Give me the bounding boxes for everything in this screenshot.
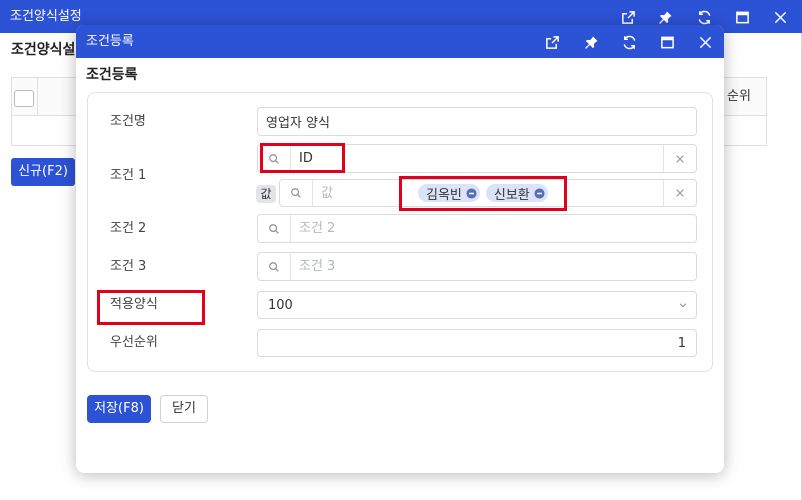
value-tag-label: 김옥빈	[426, 187, 462, 203]
new-button[interactable]: 신규(F2)	[11, 158, 75, 186]
condition-1-value-input[interactable]	[313, 180, 413, 206]
dialog-title-bar: 조건등록	[76, 25, 724, 58]
condition-3-field[interactable]	[257, 252, 697, 281]
pin-icon[interactable]	[583, 34, 599, 50]
value-tag: 김옥빈	[418, 184, 480, 203]
close-icon[interactable]	[663, 180, 696, 206]
external-link-icon[interactable]	[544, 34, 560, 50]
field-spacer	[548, 180, 663, 206]
condition-2-input[interactable]	[291, 215, 696, 242]
selected-value-tags: 김옥빈 신보환	[418, 180, 548, 206]
window-title: 조건양식설정	[10, 9, 82, 24]
condition-2-label: 조건 2	[110, 221, 147, 236]
close-icon[interactable]	[697, 34, 713, 50]
chevron-down-icon[interactable]	[678, 300, 688, 310]
select-all-checkbox[interactable]	[14, 90, 34, 107]
condition-3-input[interactable]	[291, 253, 696, 280]
value-tag: 신보환	[485, 184, 548, 203]
value-badge: 값	[256, 185, 276, 203]
close-icon[interactable]	[663, 145, 696, 172]
condition-1-key-field[interactable]	[257, 144, 697, 173]
search-icon[interactable]	[258, 253, 291, 280]
save-button[interactable]: 저장(F8)	[87, 395, 151, 423]
maximize-icon[interactable]	[734, 9, 750, 25]
condition-name-field[interactable]	[257, 107, 697, 136]
refresh-icon[interactable]	[621, 34, 637, 50]
maximize-icon[interactable]	[659, 34, 675, 50]
search-icon[interactable]	[258, 215, 291, 242]
apply-format-selected-value[interactable]: 100	[268, 298, 293, 313]
apply-format-select[interactable]: 100	[257, 291, 697, 319]
minus-circle-icon[interactable]	[466, 187, 477, 199]
condition-1-label: 조건 1	[110, 168, 147, 183]
page-title: 조건양식설	[11, 42, 76, 58]
condition-name-label: 조건명	[110, 114, 146, 129]
priority-label: 우선순위	[110, 335, 158, 350]
condition-1-key-input[interactable]	[291, 145, 663, 172]
condition-3-label: 조건 3	[110, 259, 147, 274]
value-tag-label: 신보환	[493, 187, 530, 203]
external-link-icon[interactable]	[620, 9, 636, 25]
priority-input[interactable]	[258, 330, 696, 356]
column-header-priority: 순위	[727, 89, 751, 104]
dialog-title: 조건등록	[86, 34, 134, 49]
close-button[interactable]: 닫기	[160, 395, 208, 423]
search-icon[interactable]	[258, 145, 291, 172]
pin-icon[interactable]	[657, 9, 673, 25]
condition-register-dialog: 조건등록 조건등록 조건명 조건 1	[76, 25, 724, 473]
minus-circle-icon[interactable]	[534, 187, 545, 199]
refresh-icon[interactable]	[696, 9, 712, 25]
apply-format-label: 적용양식	[110, 297, 158, 312]
condition-1-value-field[interactable]: 김옥빈 신보환	[279, 179, 697, 207]
priority-field[interactable]	[257, 329, 697, 357]
close-icon[interactable]	[772, 9, 788, 25]
condition-name-input[interactable]	[258, 108, 696, 135]
condition-form-panel: 조건명 조건 1 값	[87, 92, 713, 372]
search-icon[interactable]	[280, 180, 313, 206]
condition-2-field[interactable]	[257, 214, 697, 243]
column-divider	[37, 78, 38, 115]
dialog-heading: 조건등록	[86, 67, 138, 83]
app-screen: 조건양식설정 조건양식설 순위 신규(F2) 조건등록 조건등록 조건명 영업자…	[0, 0, 802, 500]
